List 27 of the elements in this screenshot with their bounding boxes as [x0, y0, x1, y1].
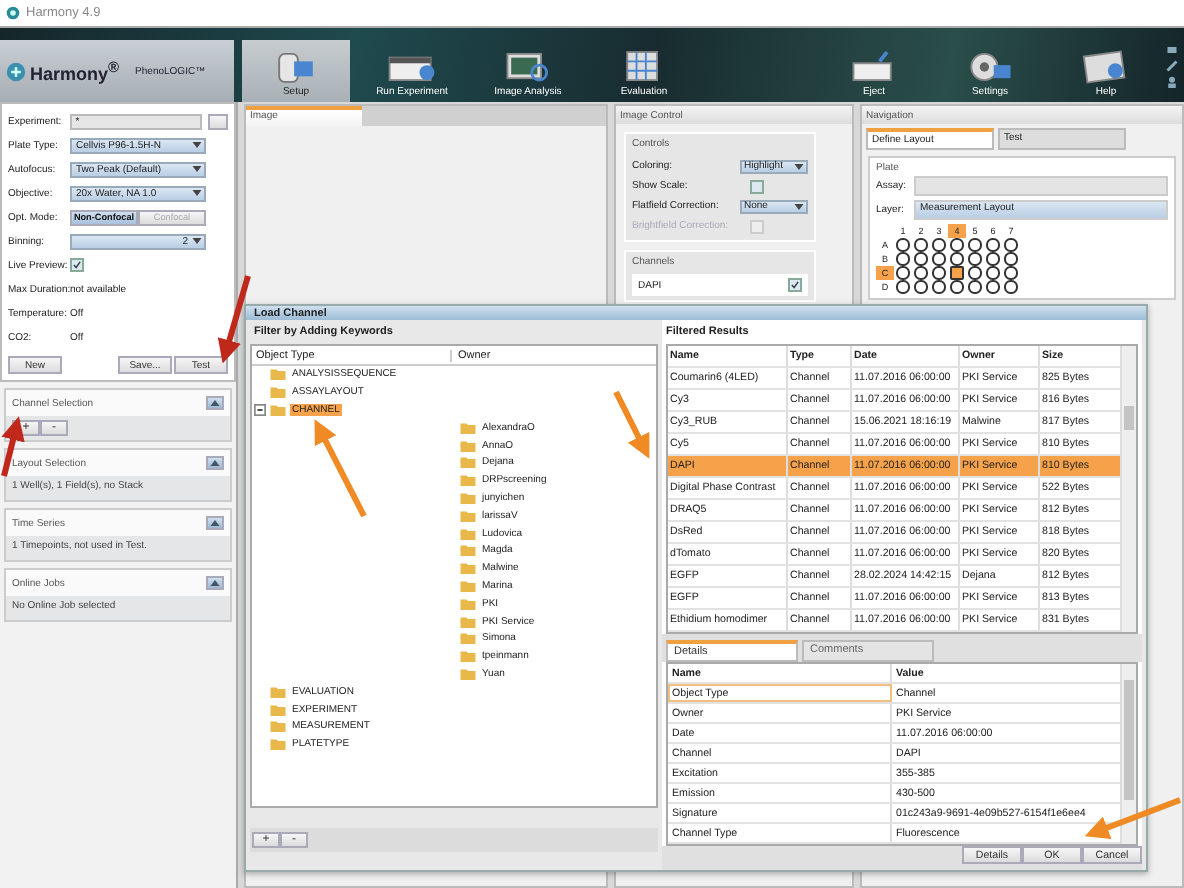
caret-icon	[794, 203, 804, 209]
annotation-arrow	[1084, 797, 1182, 839]
scrollbar[interactable]	[1120, 346, 1136, 632]
checkbox[interactable]	[70, 258, 84, 272]
caret-icon	[794, 163, 804, 169]
scrollbar[interactable]	[1120, 664, 1136, 844]
printer-icon[interactable]	[1166, 43, 1178, 55]
checkbox[interactable]	[788, 278, 802, 292]
logo-text: Harmony$^{®}$	[30, 58, 120, 84]
annotation-arrow	[613, 390, 650, 459]
collapse-button[interactable]	[206, 516, 224, 530]
assay-field[interactable]	[914, 176, 1168, 196]
caret-icon	[192, 238, 202, 244]
pen-icon[interactable]	[1166, 59, 1178, 71]
collapse-button[interactable]	[206, 576, 224, 590]
collapse-toggle-icon[interactable]	[254, 403, 266, 416]
collapse-button[interactable]	[206, 456, 224, 470]
caret-icon	[192, 166, 202, 172]
caret-icon	[192, 190, 202, 196]
caret-icon	[192, 142, 202, 148]
annotation-arrow	[217, 275, 251, 364]
checkbox[interactable]	[750, 179, 764, 193]
app-icon	[6, 6, 20, 20]
collapse-button[interactable]	[206, 396, 224, 410]
logo-icon	[6, 61, 26, 81]
user-icon[interactable]	[1166, 75, 1178, 87]
annotation-arrow	[314, 419, 367, 518]
